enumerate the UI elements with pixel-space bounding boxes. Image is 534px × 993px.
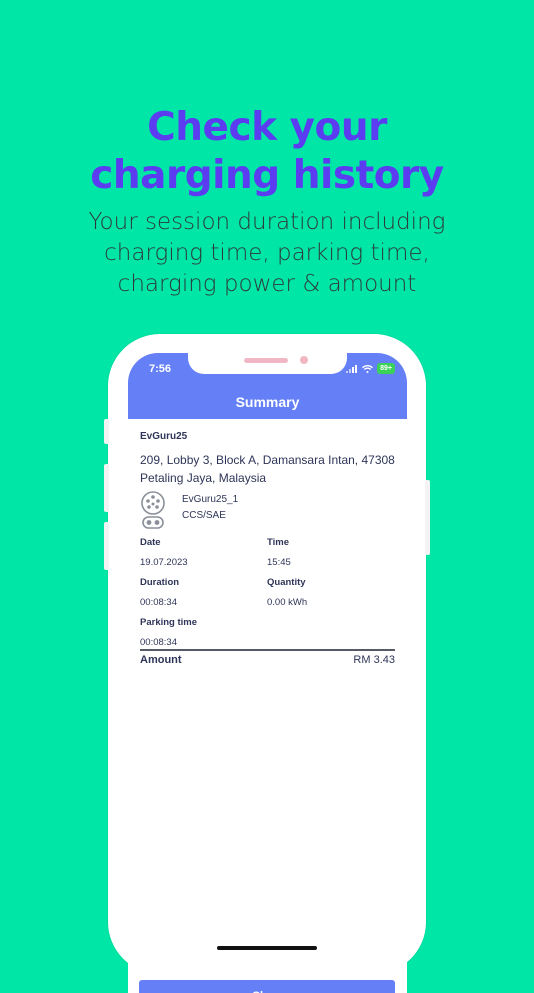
parking-time-value: 00:08:34 xyxy=(140,637,177,648)
amount-label: Amount xyxy=(140,654,182,666)
time-label: Time xyxy=(267,537,290,548)
duration-label: Duration xyxy=(140,577,180,588)
parking-time-label: Parking time xyxy=(140,617,198,628)
phone-screen: 7:56 89+ Summary EvGuru25 209, Lobby 3, … xyxy=(128,353,407,993)
speaker-grille xyxy=(244,358,288,363)
phone-frame: 7:56 89+ Summary EvGuru25 209, Lobby 3, … xyxy=(104,334,430,993)
phone-power-button xyxy=(425,480,430,555)
phone-volume-up xyxy=(104,464,109,512)
status-icons: 89+ xyxy=(346,363,395,374)
promo-headline: Check your charging history xyxy=(0,104,534,200)
station-address: 209, Lobby 3, Block A, Damansara Intan, … xyxy=(140,453,395,485)
quantity-label: Quantity xyxy=(267,577,306,588)
subline-3: charging power & amount xyxy=(117,271,417,297)
connector-type: CCS/SAE xyxy=(182,510,226,521)
status-time: 7:56 xyxy=(149,363,172,375)
amount-value: RM 3.43 xyxy=(353,654,395,666)
summary-card: EvGuru25 209, Lobby 3, Block A, Damansar… xyxy=(128,419,407,993)
home-indicator xyxy=(217,946,317,950)
ccs-connector-icon xyxy=(141,491,165,529)
amount-divider xyxy=(140,649,395,651)
front-camera xyxy=(300,356,308,364)
headline-line-2: charging history xyxy=(90,153,444,198)
connector-name: EvGuru25_1 xyxy=(182,494,239,505)
screen-title: Summary xyxy=(235,394,300,410)
time-value: 15:45 xyxy=(267,557,291,568)
date-value: 19.07.2023 xyxy=(140,557,188,568)
headline-line-1: Check your xyxy=(147,105,387,150)
app-header: 7:56 89+ Summary xyxy=(128,353,407,419)
battery-icon: 89+ xyxy=(377,363,395,374)
date-label: Date xyxy=(140,537,161,548)
station-name: EvGuru25 xyxy=(140,431,188,442)
close-button[interactable]: Close xyxy=(139,980,395,993)
subline-2: charging time, parking time, xyxy=(104,240,430,266)
phone-notch xyxy=(188,353,347,374)
phone-side-button xyxy=(104,419,109,444)
quantity-value: 0.00 kWh xyxy=(267,597,308,608)
subline-1: Your session duration including xyxy=(88,209,446,235)
duration-value: 00:08:34 xyxy=(140,597,177,608)
phone-volume-down xyxy=(104,522,109,570)
wifi-icon xyxy=(362,364,374,373)
promo-subheadline: Your session duration including charging… xyxy=(0,207,534,300)
signal-icon xyxy=(346,364,358,373)
